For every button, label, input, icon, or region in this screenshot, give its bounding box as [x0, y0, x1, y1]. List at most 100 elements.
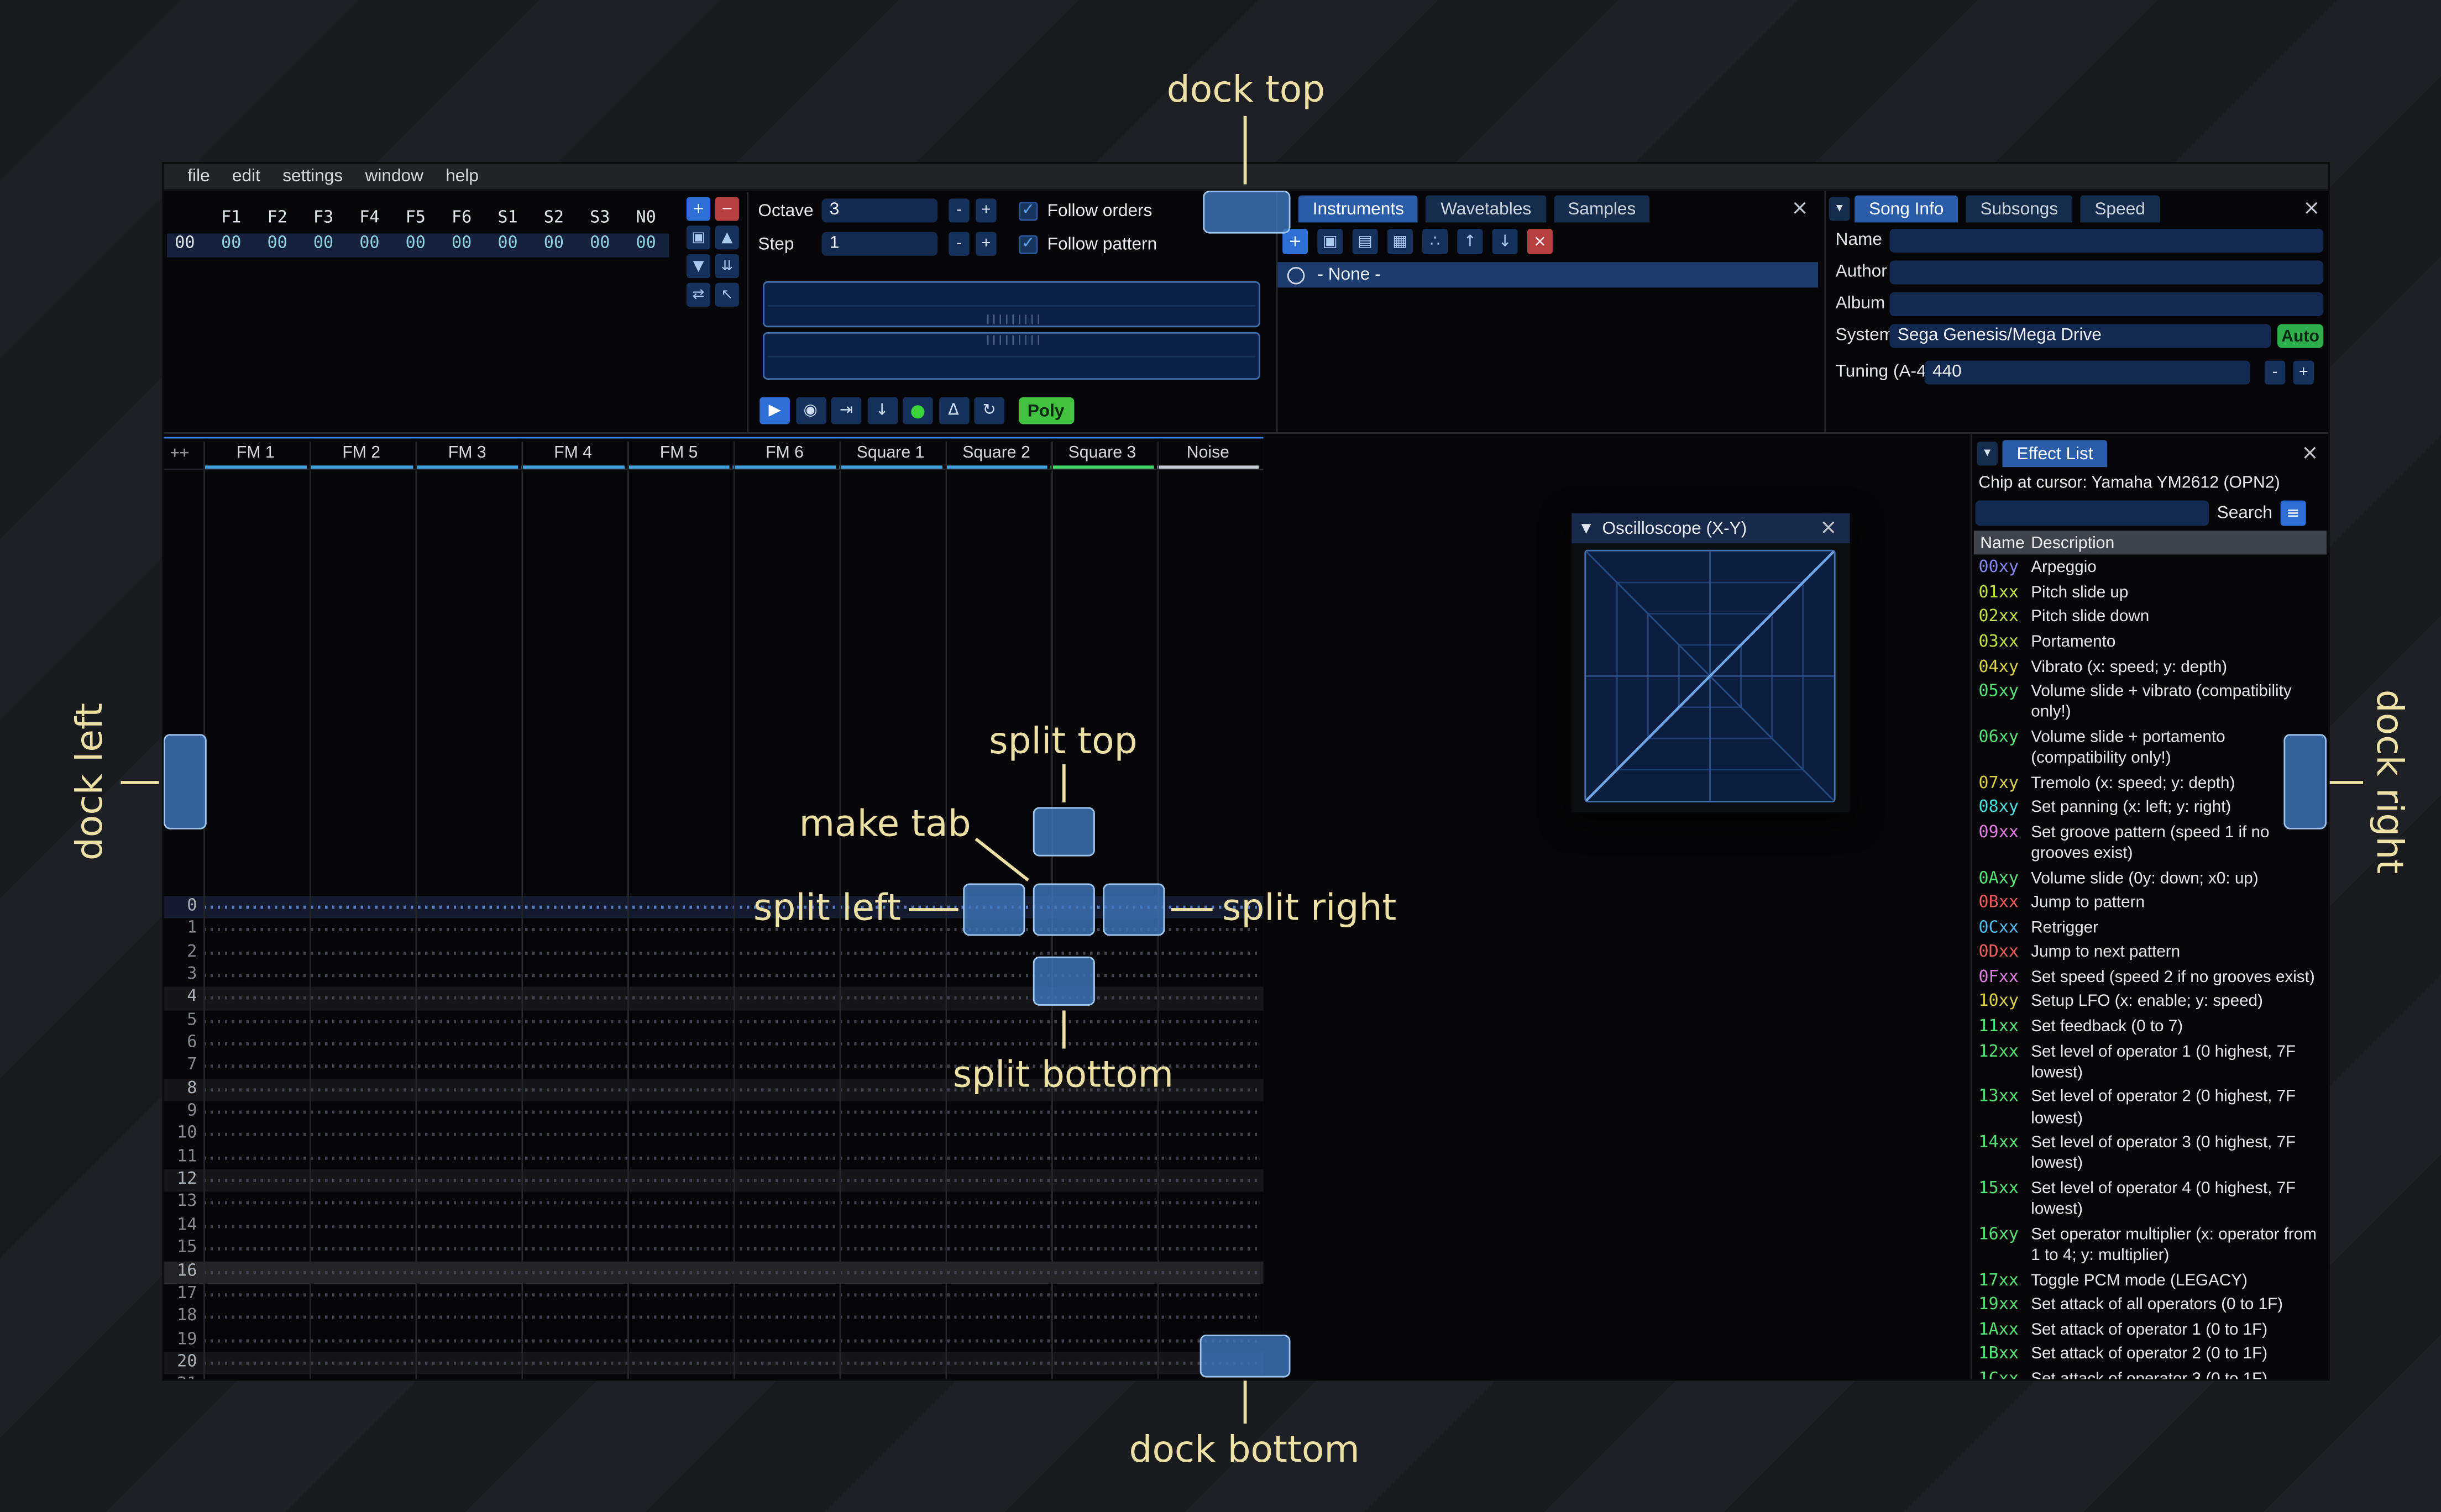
- effect-row[interactable]: 12xx Set level of operator 1 (0 highest,…: [1972, 1040, 2328, 1086]
- order-cell[interactable]: 00: [577, 234, 623, 258]
- pattern-row[interactable]: 14: [164, 1215, 1264, 1238]
- pattern-row[interactable]: 17: [164, 1284, 1264, 1306]
- step-input[interactable]: 1: [821, 232, 938, 256]
- effect-row[interactable]: 15xx Set level of operator 4 (0 highest,…: [1972, 1177, 2328, 1223]
- order-channel-header[interactable]: S1: [485, 208, 531, 230]
- effect-row[interactable]: 09xx Set groove pattern (speed 1 if no g…: [1972, 821, 2328, 867]
- close-icon[interactable]: ×: [1820, 516, 1837, 540]
- follow-orders-checkbox[interactable]: ✓ Follow orders: [1018, 198, 1152, 222]
- collapse-icon[interactable]: ▼: [1977, 442, 1998, 466]
- close-icon[interactable]: ×: [2301, 442, 2318, 465]
- pattern-row[interactable]: 1: [164, 919, 1264, 942]
- pattern-row[interactable]: 16: [164, 1261, 1264, 1284]
- organize-instruments-button[interactable]: ∴: [1422, 229, 1448, 254]
- effect-row[interactable]: 17xx Toggle PCM mode (LEGACY): [1972, 1268, 2328, 1293]
- order-row[interactable]: 00 00 00 00 00 00 00 00 00 00 00: [166, 233, 669, 258]
- move-order-up-button[interactable]: ▲: [715, 225, 739, 250]
- channel-header[interactable]: FM 4: [520, 442, 626, 469]
- effect-row[interactable]: 0Cxx Retrigger: [1972, 916, 2328, 941]
- dock-left-overlay-button[interactable]: [164, 734, 207, 830]
- effect-row[interactable]: 1Cxx Set attack of operator 3 (0 to 1F): [1972, 1367, 2328, 1379]
- order-channel-header[interactable]: F3: [300, 208, 346, 230]
- author-field[interactable]: [1889, 260, 2324, 285]
- effect-row[interactable]: 13xx Set level of operator 2 (0 highest,…: [1972, 1085, 2328, 1131]
- order-cell[interactable]: 00: [485, 234, 531, 258]
- channel-header[interactable]: FM 6: [732, 442, 837, 469]
- order-channel-header[interactable]: S2: [531, 208, 577, 230]
- pattern-row[interactable]: 6: [164, 1033, 1264, 1056]
- effect-row[interactable]: 02xx Pitch slide down: [1972, 606, 2328, 631]
- pattern-row[interactable]: 4: [164, 987, 1264, 1010]
- pattern-row[interactable]: 5: [164, 1010, 1264, 1033]
- effect-row[interactable]: 11xx Set feedback (0 to 7): [1972, 1015, 2328, 1040]
- order-cell[interactable]: 00: [392, 234, 438, 258]
- effect-row[interactable]: 08xy Set panning (x: left; y: right): [1972, 796, 2328, 821]
- order-channel-header[interactable]: N0: [623, 208, 669, 230]
- song-info-tab[interactable]: Song Info: [1855, 195, 1958, 223]
- system-field[interactable]: Sega Genesis/Mega Drive: [1889, 324, 2271, 348]
- channel-header[interactable]: FM 3: [414, 442, 520, 469]
- pattern-row[interactable]: 13: [164, 1193, 1264, 1215]
- pattern-row[interactable]: 3: [164, 964, 1264, 987]
- instrument-list-item[interactable]: - None -: [1277, 262, 1818, 288]
- tuning-field[interactable]: 440: [1924, 360, 2250, 385]
- oscilloscope-window[interactable]: ▼ Oscilloscope (X-Y) ×: [1570, 511, 1852, 813]
- split-top-overlay-button[interactable]: [1033, 807, 1095, 857]
- tab-effect-list[interactable]: Effect List: [2002, 440, 2108, 468]
- poly-button[interactable]: Poly: [1018, 397, 1074, 424]
- effect-row[interactable]: 14xx Set level of operator 3 (0 highest,…: [1972, 1131, 2328, 1177]
- order-cell[interactable]: 00: [531, 234, 577, 258]
- channel-header[interactable]: Square 1: [837, 442, 943, 469]
- dock-right-overlay-button[interactable]: [2283, 734, 2327, 830]
- effect-row[interactable]: 03xx Portamento: [1972, 631, 2328, 655]
- follow-pattern-checkbox[interactable]: ✓ Follow pattern: [1018, 232, 1157, 256]
- channel-header[interactable]: Noise: [1155, 442, 1261, 469]
- order-channel-header[interactable]: S3: [577, 208, 623, 230]
- repeat-pattern-button[interactable]: ↻: [974, 397, 1004, 424]
- order-channel-header[interactable]: F2: [254, 208, 300, 230]
- open-instrument-button[interactable]: ▤: [1352, 229, 1378, 254]
- record-button[interactable]: ●: [903, 397, 933, 424]
- tuning-decrease-button[interactable]: -: [2264, 360, 2286, 385]
- instruments-tab[interactable]: Wavetables: [1426, 195, 1546, 223]
- order-cell[interactable]: 00: [623, 234, 669, 258]
- order-channel-header[interactable]: F6: [439, 208, 485, 230]
- play-from-cursor-button[interactable]: ⇥: [831, 397, 862, 424]
- delete-instrument-button[interactable]: ×: [1527, 229, 1553, 254]
- octave-input[interactable]: 3: [821, 198, 938, 223]
- effect-row[interactable]: 0Bxx Jump to pattern: [1972, 891, 2328, 916]
- effect-row[interactable]: 00xy Arpeggio: [1972, 556, 2328, 581]
- duplicate-order-end-button[interactable]: ⇊: [715, 254, 739, 279]
- collapse-icon[interactable]: ▼: [1581, 521, 1591, 536]
- effect-row[interactable]: 10xy Setup LFO (x: enable; y: speed): [1972, 990, 2328, 1015]
- order-cell[interactable]: 00: [300, 234, 346, 258]
- pattern-row[interactable]: 15: [164, 1238, 1264, 1261]
- pattern-row[interactable]: 12: [164, 1169, 1264, 1193]
- menu-item[interactable]: settings: [271, 167, 354, 186]
- channel-header[interactable]: FM 1: [203, 442, 308, 469]
- pattern-row[interactable]: 20: [164, 1352, 1264, 1375]
- instruments-tab[interactable]: Samples: [1553, 195, 1651, 223]
- pattern-options-button[interactable]: ++: [164, 442, 202, 469]
- remove-order-button[interactable]: −: [715, 197, 739, 221]
- octave-decrease-button[interactable]: -: [949, 198, 970, 223]
- split-bottom-overlay-button[interactable]: [1033, 956, 1095, 1006]
- order-edit-mode-button[interactable]: ↖: [715, 282, 739, 307]
- add-order-button[interactable]: +: [687, 197, 711, 221]
- step-decrease-button[interactable]: -: [949, 232, 970, 256]
- order-change-mode-button[interactable]: ⇄: [687, 282, 711, 307]
- effect-row[interactable]: 1Axx Set attack of operator 1 (0 to 1F): [1972, 1318, 2328, 1343]
- order-cell[interactable]: 00: [254, 234, 300, 258]
- effect-row[interactable]: 0Axy Volume slide (0y: down; x0: up): [1972, 867, 2328, 891]
- close-icon[interactable]: ×: [2303, 197, 2320, 221]
- pattern-row[interactable]: 9: [164, 1101, 1264, 1124]
- menu-item[interactable]: file: [176, 167, 221, 186]
- close-icon[interactable]: ×: [1791, 197, 1808, 221]
- effect-row[interactable]: 01xx Pitch slide up: [1972, 581, 2328, 606]
- effect-row[interactable]: 16xy Set operator multiplier (x: operato…: [1972, 1222, 2328, 1268]
- pattern-row[interactable]: 21: [164, 1375, 1264, 1379]
- order-channel-header[interactable]: F1: [208, 208, 254, 230]
- piano-panel[interactable]: [763, 281, 1262, 385]
- effect-row[interactable]: 0Fxx Set speed (speed 2 if no grooves ex…: [1972, 965, 2328, 990]
- effect-row[interactable]: 19xx Set attack of all operators (0 to 1…: [1972, 1293, 2328, 1318]
